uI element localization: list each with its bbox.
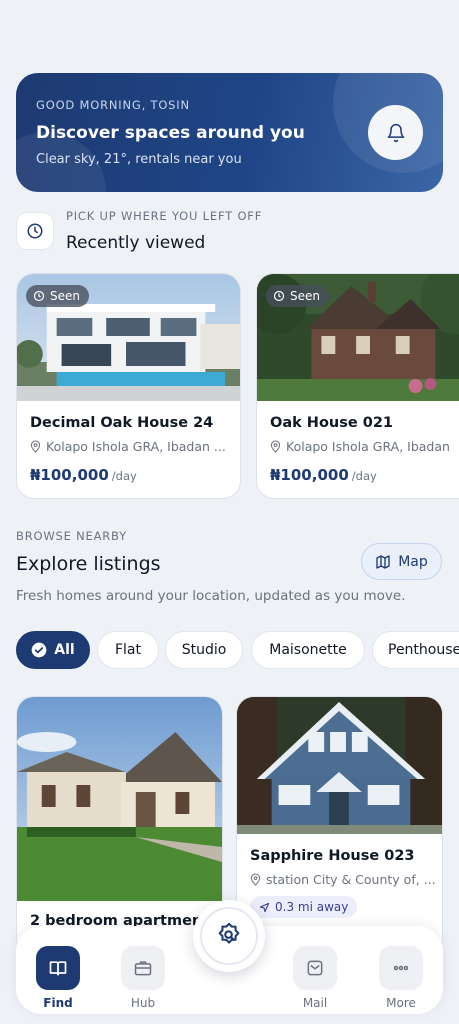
filter-chip-penthouse[interactable]: Penthouse [372,631,459,669]
property-name: Oak House 021 [270,415,394,431]
more-icon [393,965,409,971]
nav-mail[interactable]: Mail [285,946,345,1010]
location-pin-icon [270,440,281,453]
greeting-banner: GOOD MORNING, TOSIN Discover spaces arou… [16,73,443,192]
notifications-button[interactable] [368,105,423,160]
weather-subtitle: Clear sky, 21°, rentals near you [36,152,242,167]
nav-more[interactable]: More [371,946,431,1010]
explore-kicker: BROWSE NEARBY [16,529,127,543]
map-label: Map [398,553,428,570]
listing-name: Sapphire House 023 [250,848,415,864]
book-icon [49,961,67,976]
check-circle-icon [31,642,47,658]
location-pin-icon [250,873,261,886]
seen-label: Seen [290,289,320,303]
clock-icon [273,290,285,302]
seen-badge: Seen [26,285,89,307]
greeting-text: GOOD MORNING, TOSIN [36,98,190,112]
recent-card[interactable]: Seen Oak House 021 Kolapo Ishola GRA, Ib… [256,273,459,499]
seen-label: Seen [50,289,80,303]
filter-chip-studio[interactable]: Studio [165,631,243,669]
map-icon [376,554,390,569]
filter-chip-maisonette[interactable]: Maisonette [251,631,365,669]
filter-chip-all[interactable]: All [16,631,90,669]
nav-find[interactable]: Find [28,946,88,1010]
filter-chip-flat[interactable]: Flat [97,631,159,669]
recent-kicker: PICK UP WHERE YOU LEFT OFF [66,209,263,223]
explore-title: Explore listings [16,553,161,575]
history-icon-box [16,212,54,250]
distance-badge: 0.3 mi away [250,896,358,918]
property-price: ₦100,000/day [30,466,137,484]
bell-icon [387,123,404,142]
property-price: ₦100,000/day [270,466,377,484]
property-name: Decimal Oak House 24 [30,415,214,431]
nav-hub[interactable]: Hub [113,946,173,1010]
listing-card[interactable]: Sapphire House 023 station City & County… [236,696,443,956]
recent-title: Recently viewed [66,233,206,253]
search-home-icon [218,922,240,944]
mail-icon [307,960,323,976]
location-pin-icon [30,440,41,453]
search-fab-button[interactable] [193,900,265,972]
recent-card[interactable]: Seen Decimal Oak House 24 Kolapo Ishola … [16,273,241,499]
property-location: Kolapo Ishola GRA, Ibadan ... [30,439,226,454]
property-photo [237,697,442,834]
listing-location: station City & County of, ... [250,872,436,887]
explore-subtitle: Fresh homes around your location, update… [16,588,406,604]
navigation-arrow-icon [259,902,270,912]
clock-icon [27,223,43,239]
seen-badge: Seen [266,285,329,307]
map-button[interactable]: Map [361,543,442,580]
clock-icon [33,290,45,302]
briefcase-icon [134,961,152,976]
banner-title: Discover spaces around you [36,123,305,143]
property-photo [17,697,222,901]
property-location: Kolapo Ishola GRA, Ibadan [270,439,450,454]
listing-card[interactable]: 2 bedroom apartment O [16,696,223,956]
